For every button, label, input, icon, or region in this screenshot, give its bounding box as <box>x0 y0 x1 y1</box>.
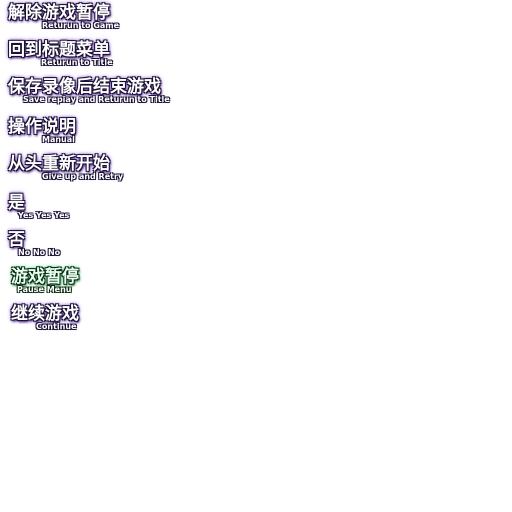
menu-item-no-label: 否 <box>8 230 25 250</box>
menu-item-save-replay-sublabel: Save repiay and Returun to Title <box>23 95 170 104</box>
menu-item-yes-sublabel: Yes Yes Yes <box>18 211 70 220</box>
menu-item-continue-label: 继续游戏 <box>11 304 79 324</box>
pause-menu-sprite-sheet: 解除游戏暂停 Returun to Game 回到标题菜单 Returun to… <box>0 0 512 512</box>
menu-item-resume-label: 解除游戏暂停 <box>8 3 110 23</box>
menu-item-continue-sublabel: Continue <box>36 322 77 331</box>
menu-item-manual-label: 操作说明 <box>8 117 76 137</box>
menu-item-retry-label: 从头重新开始 <box>8 154 110 174</box>
menu-item-manual-sublabel: Manual <box>42 135 75 144</box>
menu-item-save-replay-label: 保存录像后结束游戏 <box>8 77 161 97</box>
pause-menu-title-label: 游戏暂停 <box>11 267 79 287</box>
menu-item-return-title-sublabel: Returun to Title <box>41 58 113 67</box>
menu-item-no-sublabel: No No No <box>18 248 61 257</box>
menu-item-return-title-label: 回到标题菜单 <box>8 40 110 60</box>
menu-item-retry-sublabel: Give up and Retry <box>42 172 124 181</box>
menu-item-yes-label: 是 <box>8 193 25 213</box>
pause-menu-title-sublabel: Pause Menu <box>17 285 72 294</box>
menu-item-resume-sublabel: Returun to Game <box>42 21 120 30</box>
